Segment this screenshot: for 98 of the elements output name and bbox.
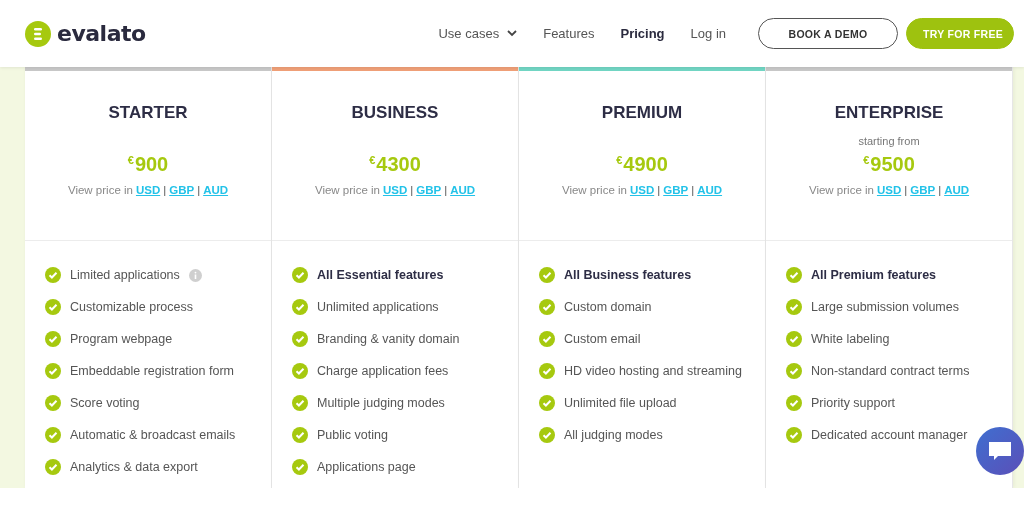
currency-link[interactable]: AUD xyxy=(450,184,476,196)
currency-link[interactable]: AUD xyxy=(944,184,970,196)
check-icon xyxy=(539,331,555,347)
separator: | xyxy=(197,184,201,196)
feature-text: Custom email xyxy=(564,331,641,348)
check-icon xyxy=(45,331,61,347)
logo-wordmark[interactable]: evalato xyxy=(57,21,146,46)
feature-text: Dedicated account manager xyxy=(811,427,968,444)
feature-text: All judging modes xyxy=(564,427,663,444)
feature-text: Public voting xyxy=(317,427,388,444)
logo-icon xyxy=(25,20,51,47)
check-icon xyxy=(292,459,308,475)
feature-text: All Business features xyxy=(564,267,692,284)
check-icon xyxy=(786,331,802,347)
feature-text: Unlimited applications xyxy=(317,299,439,316)
plan-price: 900 xyxy=(134,153,169,176)
chat-button[interactable] xyxy=(976,427,1024,475)
feature-text: White labeling xyxy=(811,331,890,348)
check-icon xyxy=(786,299,802,315)
currency-symbol: € xyxy=(863,154,870,166)
book-demo-button[interactable]: BOOK A DEMO xyxy=(758,18,898,49)
check-icon xyxy=(45,299,61,315)
currency-link[interactable]: USD xyxy=(135,184,161,196)
check-icon xyxy=(539,395,555,411)
price-note: starting from xyxy=(858,135,920,147)
currency-link[interactable]: USD xyxy=(382,184,408,196)
check-icon xyxy=(45,395,61,411)
check-icon xyxy=(786,267,802,283)
feature-text: Large submission volumes xyxy=(811,299,959,316)
check-icon xyxy=(786,363,802,379)
separator: | xyxy=(657,184,661,196)
feature-text: Unlimited file upload xyxy=(564,395,677,412)
separator: | xyxy=(163,184,167,196)
check-icon xyxy=(292,427,308,443)
view-price-label: View price in xyxy=(314,184,380,196)
try-free-button[interactable]: TRY FOR FREE xyxy=(906,18,1014,49)
feature-text: Limited applications xyxy=(70,267,180,284)
feature-text: Score voting xyxy=(70,395,140,412)
check-icon xyxy=(45,427,61,443)
feature-text: Priority support xyxy=(811,395,896,412)
currency-link[interactable]: AUD xyxy=(203,184,229,196)
currency-symbol: € xyxy=(127,154,134,166)
check-icon xyxy=(539,363,555,379)
currency-link[interactable]: GBP xyxy=(910,184,936,196)
plan-name: BUSINESS xyxy=(351,103,439,123)
currency-link[interactable]: USD xyxy=(876,184,902,196)
feature-text: All Essential features xyxy=(317,267,444,284)
feature-text: HD video hosting and streaming xyxy=(564,363,742,380)
check-icon xyxy=(539,267,555,283)
view-price-label: View price in xyxy=(67,184,133,196)
currency-link[interactable]: GBP xyxy=(663,184,689,196)
plan-price: 4900 xyxy=(623,153,668,176)
currency-symbol: € xyxy=(616,154,623,166)
feature-text: Customizable process xyxy=(70,299,193,316)
currency-link[interactable]: USD xyxy=(629,184,655,196)
separator: | xyxy=(904,184,908,196)
nav-link[interactable]: Pricing xyxy=(620,26,665,41)
check-icon xyxy=(45,459,61,475)
check-icon xyxy=(292,363,308,379)
currency-symbol: € xyxy=(369,154,376,166)
feature-text: Custom domain xyxy=(564,299,652,316)
check-icon xyxy=(539,427,555,443)
feature-text: Automatic & broadcast emails xyxy=(70,427,236,444)
check-icon xyxy=(539,299,555,315)
check-icon xyxy=(786,427,802,443)
plan-price: 4300 xyxy=(376,153,421,176)
feature-text: Applications page xyxy=(317,459,416,476)
feature-text: Program webpage xyxy=(70,331,173,348)
feature-text: Non-standard contract terms xyxy=(811,363,970,380)
separator: | xyxy=(691,184,695,196)
check-icon xyxy=(45,267,61,283)
separator: | xyxy=(938,184,942,196)
feature-text: Embeddable registration form xyxy=(70,363,234,380)
view-price-label: View price in xyxy=(808,184,874,196)
check-icon xyxy=(786,395,802,411)
plan-price: 9500 xyxy=(870,153,915,176)
feature-text: Multiple judging modes xyxy=(317,395,445,412)
check-icon xyxy=(292,395,308,411)
currency-link[interactable]: AUD xyxy=(697,184,723,196)
feature-text: All Premium features xyxy=(811,267,937,284)
feature-text: Charge application fees xyxy=(317,363,449,380)
plan-name: PREMIUM xyxy=(601,103,683,123)
nav-link[interactable]: Use cases xyxy=(438,26,518,41)
separator: | xyxy=(410,184,414,196)
nav-link[interactable]: Features xyxy=(543,26,595,41)
plan-name: STARTER xyxy=(108,103,188,123)
currency-link[interactable]: GBP xyxy=(416,184,442,196)
check-icon xyxy=(292,331,308,347)
nav-link[interactable]: Log in xyxy=(690,26,726,41)
feature-text: Analytics & data export xyxy=(70,459,198,476)
check-icon xyxy=(45,363,61,379)
check-icon xyxy=(292,267,308,283)
feature-text: Branding & vanity domain xyxy=(317,331,460,348)
separator: | xyxy=(444,184,448,196)
currency-link[interactable]: GBP xyxy=(169,184,195,196)
view-price-label: View price in xyxy=(561,184,627,196)
plan-name: ENTERPRISE xyxy=(834,103,944,123)
check-icon xyxy=(292,299,308,315)
